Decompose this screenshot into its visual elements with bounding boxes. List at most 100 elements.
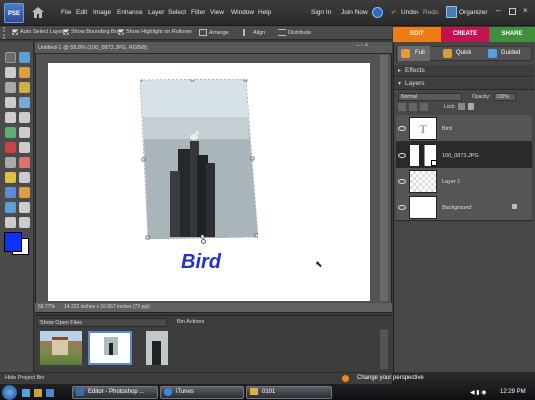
blur-tool-icon[interactable]	[19, 202, 30, 213]
layer-thumbnail[interactable]	[409, 196, 437, 219]
lock-transparency-icon[interactable]	[458, 103, 465, 110]
hand-tool-icon[interactable]	[5, 67, 16, 78]
hide-project-bin-button[interactable]: Hide Project Bin	[5, 375, 44, 381]
document-window-controls[interactable]: – ▫ ×	[356, 43, 368, 49]
move-tool-icon[interactable]	[5, 52, 16, 63]
adjustment-layer-icon[interactable]	[409, 103, 417, 111]
auto-select-option[interactable]: Auto Select Layer	[12, 29, 63, 35]
pencil-tool-icon[interactable]	[5, 172, 16, 183]
smudge-tool-icon[interactable]	[19, 217, 30, 228]
tab-share[interactable]: SHARE	[489, 27, 535, 42]
organizer-icon[interactable]	[446, 6, 457, 18]
sign-in-link[interactable]: Sign In	[311, 9, 331, 16]
redo-button[interactable]: Redo	[423, 9, 439, 16]
menu-filter[interactable]: Filter	[191, 9, 205, 16]
magic-wand-tool-icon[interactable]	[5, 97, 16, 108]
perspective-hint[interactable]: Change your perspective	[357, 375, 424, 381]
healing-brush-tool-icon[interactable]	[19, 142, 30, 153]
taskbar-item[interactable]: 0101	[246, 386, 332, 399]
tab-edit[interactable]: EDIT	[393, 27, 441, 42]
align-button[interactable]: Align	[243, 29, 265, 36]
lasso-tool-icon[interactable]	[19, 82, 30, 93]
menu-layer[interactable]: Layer	[148, 9, 164, 16]
zoom-tool-icon[interactable]	[19, 52, 30, 63]
quick-icon[interactable]	[443, 49, 452, 58]
organizer-button[interactable]: Organizer	[459, 9, 488, 16]
maximize-button[interactable]	[509, 8, 516, 15]
delete-layer-icon[interactable]	[420, 103, 428, 111]
close-button[interactable]: ×	[523, 6, 528, 15]
mode-guided-button[interactable]: Guided	[501, 50, 520, 56]
eye-icon[interactable]	[398, 153, 406, 158]
layer-name[interactable]: Background	[442, 205, 471, 211]
layer-thumbnail[interactable]: T	[409, 117, 437, 140]
checkbox-icon[interactable]	[12, 29, 18, 35]
minimize-button[interactable]: –	[496, 6, 500, 15]
bounding-box-option[interactable]: Show Bounding Box	[63, 29, 121, 35]
quicklaunch-icon[interactable]	[34, 389, 42, 397]
mode-quick-button[interactable]: Quick	[456, 50, 471, 56]
eraser-tool-icon[interactable]	[19, 157, 30, 168]
menu-view[interactable]: View	[210, 9, 224, 16]
redo-icon[interactable]: ↷	[414, 9, 419, 17]
bin-thumbnail-selected[interactable]	[88, 331, 132, 365]
menu-image[interactable]: Image	[93, 9, 111, 16]
opacity-field[interactable]: 100%	[494, 93, 516, 101]
eyedropper-tool-icon[interactable]	[19, 67, 30, 78]
eye-icon[interactable]	[398, 179, 406, 184]
brush-tool-icon[interactable]	[19, 172, 30, 183]
undo-icon[interactable]: ↶	[391, 9, 396, 17]
checkbox-icon[interactable]	[118, 29, 124, 35]
tab-create[interactable]: CREATE	[441, 27, 489, 42]
quicklaunch-icon[interactable]	[46, 389, 54, 397]
layer-name[interactable]: Layer 1	[442, 179, 460, 185]
menu-edit[interactable]: Edit	[76, 9, 87, 16]
vertical-scrollbar[interactable]	[380, 55, 388, 301]
lock-all-icon[interactable]	[468, 103, 474, 110]
foreground-color-swatch[interactable]	[4, 232, 22, 252]
rotate-handle[interactable]	[201, 239, 206, 244]
start-button[interactable]	[2, 385, 17, 400]
eye-icon[interactable]	[398, 126, 406, 131]
bin-thumbnail[interactable]	[40, 331, 82, 365]
zoom-level[interactable]: 59.77%	[38, 304, 55, 310]
type-tool-icon[interactable]	[5, 112, 16, 123]
gradient-tool-icon[interactable]	[19, 187, 30, 198]
menu-select[interactable]: Select	[168, 9, 186, 16]
quicklaunch-icon[interactable]	[22, 389, 30, 397]
help-icon[interactable]	[372, 7, 383, 18]
highlight-option[interactable]: Show Highlight on Rollover	[118, 29, 192, 35]
paint-bucket-tool-icon[interactable]	[5, 187, 16, 198]
home-icon[interactable]	[31, 6, 45, 19]
taskbar-item[interactable]: Editor - Photoshop ...	[72, 386, 158, 399]
arrange-button[interactable]: Arrange	[199, 29, 229, 36]
menu-file[interactable]: File	[61, 9, 71, 16]
bin-thumbnail[interactable]	[146, 331, 168, 365]
layer-name[interactable]: Bird	[442, 126, 452, 132]
bin-actions-menu[interactable]: Bin Actions	[177, 319, 204, 325]
distribute-button[interactable]: Distribute	[278, 29, 311, 36]
straighten-tool-icon[interactable]	[19, 127, 30, 138]
bin-scrollbar[interactable]	[380, 329, 388, 369]
shape-tool-icon[interactable]	[5, 202, 16, 213]
layer-thumbnail[interactable]	[409, 170, 437, 193]
crop-tool-icon[interactable]	[19, 112, 30, 123]
guided-icon[interactable]	[488, 49, 497, 58]
menu-window[interactable]: Window	[231, 9, 254, 16]
menu-help[interactable]: Help	[258, 9, 271, 16]
marquee-tool-icon[interactable]	[5, 82, 16, 93]
red-eye-tool-icon[interactable]	[5, 142, 16, 153]
quick-selection-tool-icon[interactable]	[19, 97, 30, 108]
blend-mode-select[interactable]: Normal	[398, 93, 462, 101]
clone-stamp-tool-icon[interactable]	[5, 157, 16, 168]
layer-name[interactable]: 100_0873.JPG	[442, 153, 479, 159]
canvas-text-bird[interactable]: Bird	[181, 251, 221, 274]
eye-icon[interactable]	[398, 205, 406, 210]
taskbar-item[interactable]: iTunes	[160, 386, 244, 399]
tray-icons[interactable]: ◀ ▮ ◉	[470, 389, 487, 396]
join-now-link[interactable]: Join Now	[341, 9, 368, 16]
cookie-cutter-tool-icon[interactable]	[5, 127, 16, 138]
photo-layer[interactable]	[140, 79, 258, 241]
sponge-tool-icon[interactable]	[5, 217, 16, 228]
new-layer-icon[interactable]	[398, 103, 406, 111]
